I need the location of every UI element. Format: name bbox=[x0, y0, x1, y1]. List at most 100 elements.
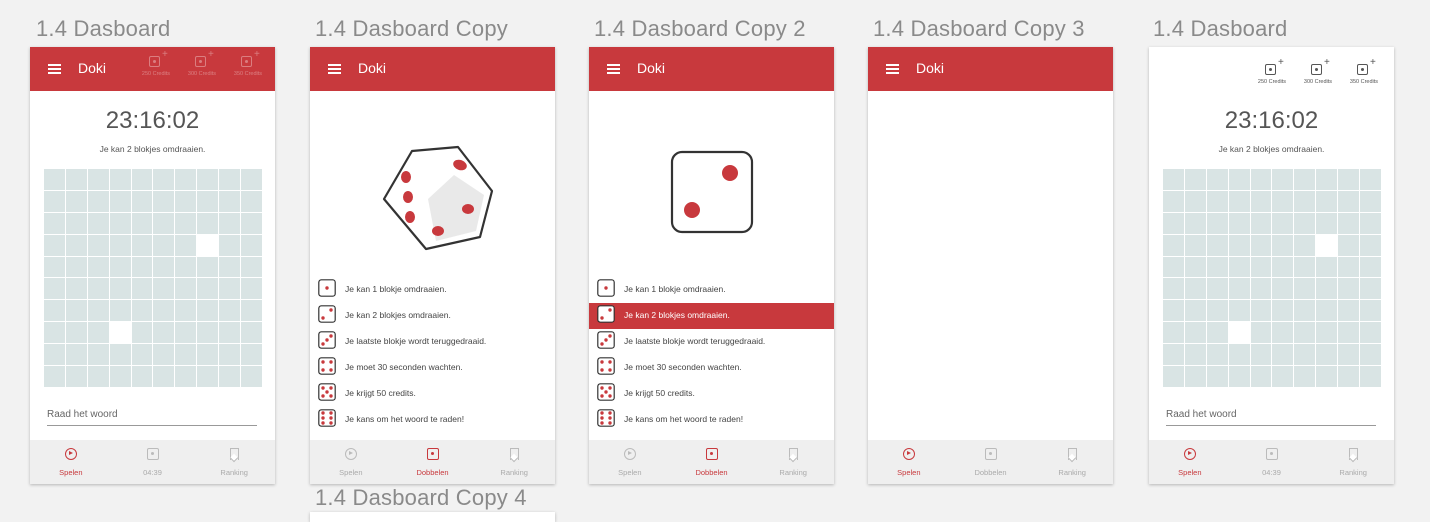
grid-tile[interactable] bbox=[1163, 212, 1184, 234]
grid-tile[interactable] bbox=[1228, 169, 1250, 190]
grid-tile[interactable] bbox=[1294, 366, 1316, 387]
grid-tile[interactable] bbox=[219, 190, 241, 212]
nav-dobbelen[interactable]: Dobbelen bbox=[671, 440, 753, 484]
grid-tile[interactable] bbox=[87, 234, 109, 256]
grid-tile[interactable] bbox=[219, 234, 241, 256]
nav-ranking[interactable]: Ranking bbox=[1312, 440, 1394, 484]
grid-tile[interactable] bbox=[65, 234, 87, 256]
grid-tile[interactable] bbox=[1294, 300, 1316, 322]
grid-tile[interactable] bbox=[1228, 366, 1250, 387]
grid-tile[interactable] bbox=[1206, 169, 1228, 190]
grid-tile[interactable] bbox=[65, 322, 87, 344]
grid-tile[interactable] bbox=[197, 190, 219, 212]
grid-tile[interactable] bbox=[1338, 366, 1360, 387]
grid-tile[interactable] bbox=[65, 169, 87, 190]
grid-tile[interactable] bbox=[241, 190, 262, 212]
grid-tile[interactable] bbox=[1360, 322, 1381, 344]
grid-tile[interactable] bbox=[219, 278, 241, 300]
grid-tile[interactable] bbox=[241, 169, 262, 190]
grid-tile[interactable] bbox=[241, 366, 262, 387]
credit-pack-300[interactable]: + 300 Credits bbox=[1296, 57, 1340, 93]
grid-tile[interactable] bbox=[1360, 256, 1381, 278]
grid-tile[interactable] bbox=[109, 212, 131, 234]
grid-tile[interactable] bbox=[1228, 212, 1250, 234]
grid-tile[interactable] bbox=[1272, 256, 1294, 278]
nav-spelen[interactable]: Spelen bbox=[1149, 440, 1231, 484]
grid-tile[interactable] bbox=[87, 256, 109, 278]
grid-tile[interactable] bbox=[1163, 322, 1184, 344]
grid-tile[interactable] bbox=[109, 278, 131, 300]
grid-tile[interactable] bbox=[1250, 322, 1272, 344]
grid-tile[interactable] bbox=[241, 212, 262, 234]
grid-tile[interactable] bbox=[197, 322, 219, 344]
grid-tile[interactable] bbox=[1250, 169, 1272, 190]
grid-tile[interactable] bbox=[175, 169, 197, 190]
grid-tile[interactable] bbox=[1250, 366, 1272, 387]
grid-tile[interactable] bbox=[1184, 190, 1206, 212]
grid-tile[interactable] bbox=[131, 190, 153, 212]
grid-tile[interactable] bbox=[1184, 300, 1206, 322]
grid-tile[interactable] bbox=[1184, 169, 1206, 190]
grid-tile[interactable] bbox=[44, 190, 65, 212]
grid-tile[interactable] bbox=[153, 366, 175, 387]
grid-tile[interactable] bbox=[44, 234, 65, 256]
grid-tile[interactable] bbox=[1316, 169, 1338, 190]
grid-tile[interactable] bbox=[1228, 256, 1250, 278]
grid-tile[interactable] bbox=[1272, 366, 1294, 387]
grid-tile[interactable] bbox=[109, 344, 131, 366]
grid-tile[interactable] bbox=[1316, 190, 1338, 212]
grid-tile[interactable] bbox=[44, 300, 65, 322]
grid-tile[interactable] bbox=[1294, 256, 1316, 278]
menu-icon[interactable] bbox=[328, 64, 341, 74]
grid-tile[interactable] bbox=[1316, 344, 1338, 366]
grid-tile[interactable] bbox=[1163, 300, 1184, 322]
grid-tile[interactable] bbox=[1206, 234, 1228, 256]
nav-ranking[interactable]: Ranking bbox=[1031, 440, 1113, 484]
credit-pack-350[interactable]: + 350 Credits bbox=[1342, 57, 1386, 93]
grid-tile[interactable] bbox=[1338, 300, 1360, 322]
grid-tile[interactable] bbox=[1163, 256, 1184, 278]
nav-ranking[interactable]: Ranking bbox=[473, 440, 555, 484]
grid-tile[interactable] bbox=[109, 169, 131, 190]
grid-tile[interactable] bbox=[87, 300, 109, 322]
grid-tile[interactable] bbox=[44, 212, 65, 234]
grid-tile[interactable] bbox=[153, 278, 175, 300]
grid-tile[interactable] bbox=[153, 169, 175, 190]
grid-tile[interactable] bbox=[1250, 234, 1272, 256]
grid-tile[interactable] bbox=[1250, 344, 1272, 366]
grid-tile[interactable] bbox=[1272, 300, 1294, 322]
grid-tile[interactable] bbox=[197, 366, 219, 387]
grid-tile[interactable] bbox=[65, 366, 87, 387]
grid-tile[interactable] bbox=[1338, 278, 1360, 300]
grid-tile-flipped[interactable] bbox=[109, 322, 131, 344]
grid-tile[interactable] bbox=[1206, 212, 1228, 234]
grid-tile[interactable] bbox=[241, 344, 262, 366]
grid-tile[interactable] bbox=[1360, 366, 1381, 387]
grid-tile[interactable] bbox=[131, 256, 153, 278]
grid-tile[interactable] bbox=[131, 322, 153, 344]
credit-pack-250[interactable]: + 250 Credits bbox=[134, 49, 178, 85]
grid-tile[interactable] bbox=[1163, 190, 1184, 212]
grid-tile[interactable] bbox=[87, 322, 109, 344]
grid-tile[interactable] bbox=[1316, 322, 1338, 344]
grid-tile[interactable] bbox=[44, 256, 65, 278]
grid-tile[interactable] bbox=[1206, 322, 1228, 344]
grid-tile[interactable] bbox=[87, 366, 109, 387]
grid-tile[interactable] bbox=[219, 169, 241, 190]
grid-tile[interactable] bbox=[1294, 278, 1316, 300]
grid-tile[interactable] bbox=[65, 344, 87, 366]
grid-tile[interactable] bbox=[65, 256, 87, 278]
grid-tile[interactable] bbox=[1294, 234, 1316, 256]
nav-spelen[interactable]: Spelen bbox=[589, 440, 671, 484]
menu-icon[interactable] bbox=[607, 64, 620, 74]
nav-spelen[interactable]: Spelen bbox=[868, 440, 950, 484]
grid-tile[interactable] bbox=[1338, 169, 1360, 190]
grid-tile[interactable] bbox=[219, 256, 241, 278]
grid-tile-flipped[interactable] bbox=[1316, 234, 1338, 256]
grid-tile[interactable] bbox=[1228, 234, 1250, 256]
guess-input[interactable] bbox=[47, 409, 257, 426]
grid-tile[interactable] bbox=[175, 322, 197, 344]
grid-tile[interactable] bbox=[197, 169, 219, 190]
grid-tile[interactable] bbox=[1316, 300, 1338, 322]
grid-tile[interactable] bbox=[1206, 278, 1228, 300]
